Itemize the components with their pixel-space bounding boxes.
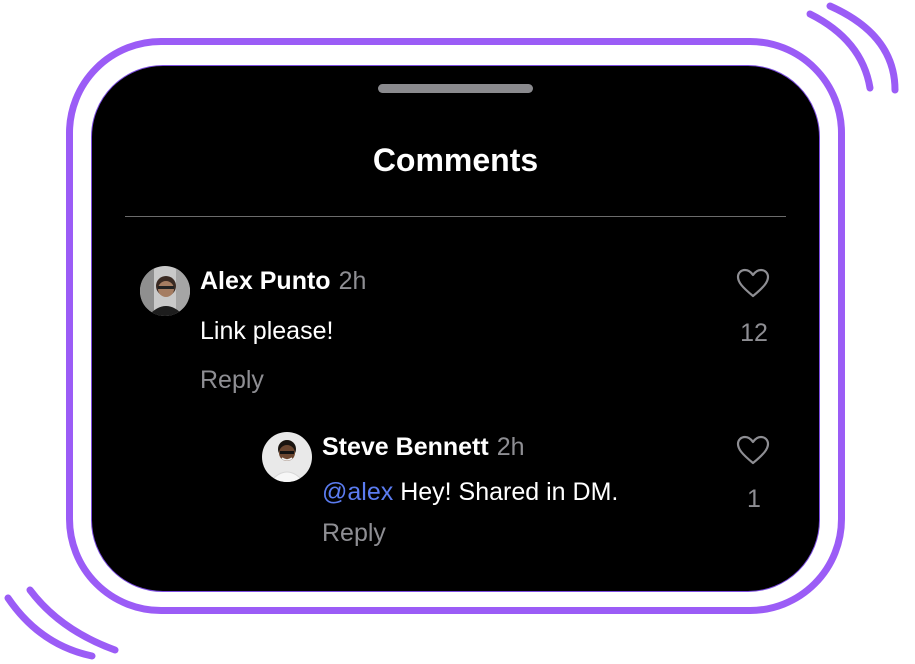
author-name[interactable]: Alex Punto [200, 267, 331, 295]
avatar-photo [262, 432, 312, 482]
sheet-title: Comments [372, 142, 539, 178]
comment-header: Alex Punto 2h [200, 267, 366, 296]
timestamp: 2h [338, 267, 367, 295]
heart-icon[interactable] [736, 268, 770, 298]
avatar[interactable] [140, 266, 190, 316]
timestamp: 2h [496, 433, 525, 461]
comment-message: Hey! Shared in DM. [393, 478, 619, 506]
author-name[interactable]: Steve Bennett [322, 433, 489, 461]
comments-sheet: Comments Alex Punto 2h Link please! Reply… [91, 65, 820, 592]
comment-text: @alex Hey! Shared in DM. [322, 478, 618, 507]
avatar-photo [140, 266, 190, 316]
reply-button[interactable]: Reply [322, 519, 386, 548]
header-divider [125, 216, 786, 217]
heart-icon[interactable] [736, 435, 770, 465]
comment-text: Link please! [200, 317, 334, 345]
reply-button[interactable]: Reply [200, 366, 264, 395]
wave-arc-bottom-left-inner [26, 586, 119, 654]
like-count: 12 [740, 319, 768, 347]
comment-header: Steve Bennett 2h [322, 433, 525, 462]
drag-handle[interactable] [378, 84, 533, 93]
wave-arc-top-right-outer [826, 2, 899, 94]
mention-link[interactable]: @alex [322, 478, 393, 506]
wave-arc-bottom-left-outer [4, 594, 96, 660]
like-count: 1 [747, 485, 761, 513]
avatar[interactable] [262, 432, 312, 482]
